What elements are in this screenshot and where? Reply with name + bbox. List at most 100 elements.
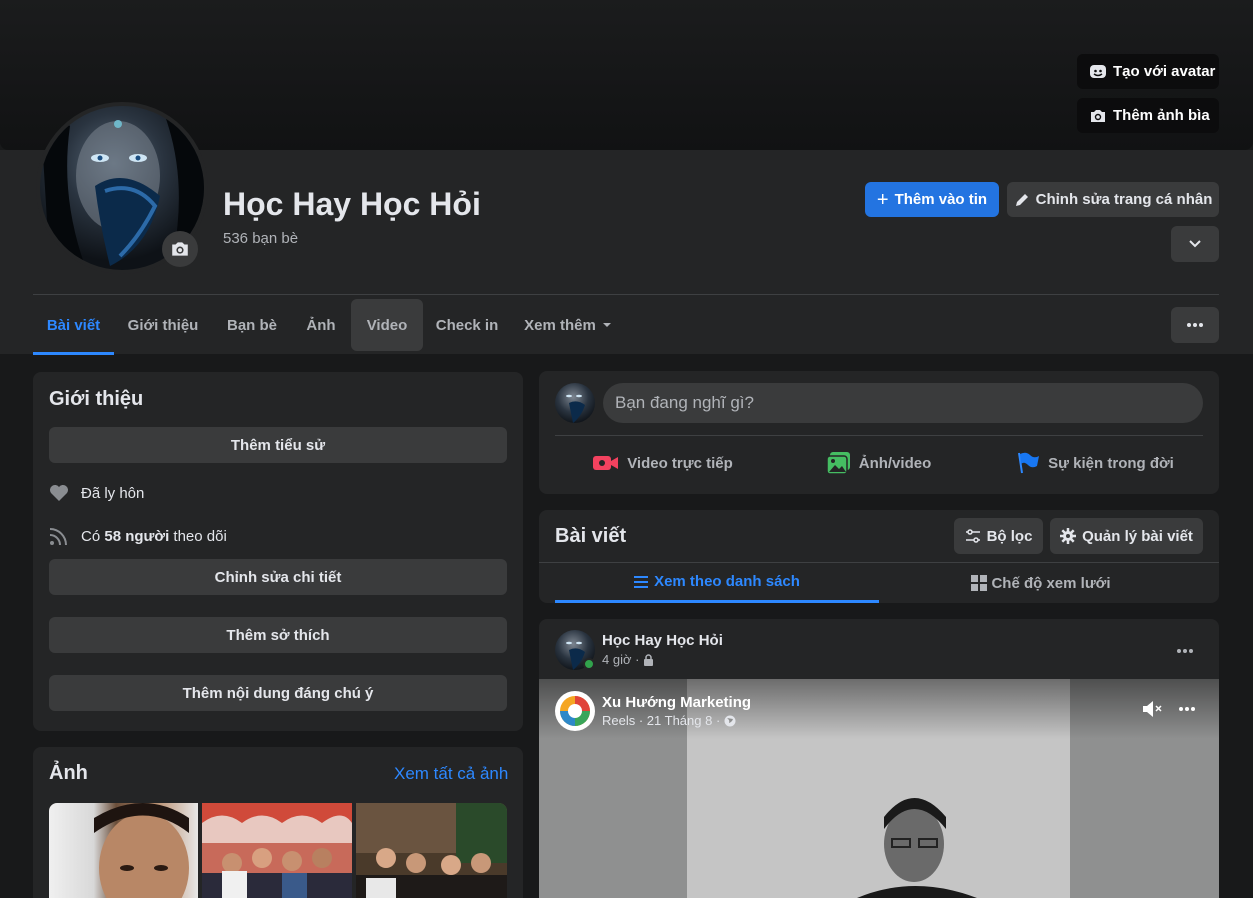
- camera-icon: [1089, 108, 1107, 124]
- reel-options-button[interactable]: [1175, 697, 1199, 721]
- photo-thumbnail[interactable]: [49, 803, 198, 898]
- add-featured-label: Thêm nội dung đáng chú ý: [182, 684, 374, 702]
- grid-view-label: Chế độ xem lưới: [991, 574, 1111, 592]
- followers-count[interactable]: 58 người: [104, 528, 169, 545]
- life-event-button[interactable]: Sự kiện trong đời: [987, 443, 1203, 483]
- live-video-button[interactable]: Video trực tiếp: [555, 443, 771, 483]
- composer-card: Bạn đang nghĩ gì? Video trực tiếp Ảnh/vi…: [539, 371, 1219, 494]
- manage-posts-button[interactable]: Quản lý bài viết: [1050, 518, 1203, 554]
- chevron-down-icon: [1188, 239, 1202, 249]
- online-status-dot: [583, 658, 595, 670]
- heart-icon: [49, 484, 69, 502]
- photo-thumbnail[interactable]: [356, 803, 507, 898]
- composer-avatar[interactable]: [555, 383, 595, 423]
- see-all-photos-link[interactable]: Xem tất cả ảnh: [394, 764, 508, 784]
- tabs-more-button[interactable]: [1171, 307, 1219, 343]
- posts-header-card: Bài viết Bộ lọc Quản lý bài viết Xem the…: [539, 510, 1219, 603]
- tab-video[interactable]: Video: [351, 299, 423, 351]
- plus-icon: +: [876, 188, 889, 211]
- add-cover-label: Thêm ảnh bìa: [1113, 107, 1210, 124]
- photo-icon: [826, 452, 851, 474]
- post-time[interactable]: 4 giờ ·: [602, 652, 639, 667]
- friends-count[interactable]: 536 bạn bè: [223, 230, 298, 247]
- list-icon: [634, 575, 649, 588]
- avatar-icon: [1089, 63, 1107, 81]
- add-bio-button[interactable]: Thêm tiểu sử: [49, 427, 507, 463]
- header-divider: [33, 294, 1219, 295]
- more-horizontal-icon: [1179, 707, 1195, 711]
- relationship-row: Đã ly hôn: [49, 484, 144, 502]
- pencil-icon: [1014, 192, 1030, 208]
- live-video-label: Video trực tiếp: [627, 454, 733, 472]
- tab-friends[interactable]: Bạn bè: [216, 299, 288, 351]
- more-horizontal-icon: [1177, 649, 1193, 653]
- shared-author-avatar[interactable]: [555, 691, 595, 731]
- edit-profile-button[interactable]: Chỉnh sửa trang cá nhân: [1007, 182, 1219, 217]
- tab-checkin[interactable]: Check in: [428, 299, 506, 351]
- filter-button[interactable]: Bộ lọc: [954, 518, 1043, 554]
- photo-video-label: Ảnh/video: [858, 454, 932, 472]
- grid-icon: [971, 575, 988, 591]
- mute-button[interactable]: [1141, 697, 1165, 721]
- followers-row: Có 58 người theo dõi: [49, 526, 227, 546]
- intro-title: Giới thiệu: [49, 388, 144, 410]
- photos-title: Ảnh: [49, 762, 88, 784]
- composer-placeholder: Bạn đang nghĩ gì?: [615, 393, 754, 412]
- tab-posts[interactable]: Bài viết: [33, 299, 114, 355]
- tab-label: Video: [366, 316, 408, 334]
- filter-label: Bộ lọc: [986, 527, 1033, 545]
- add-featured-button[interactable]: Thêm nội dung đáng chú ý: [49, 675, 507, 711]
- edit-profile-label: Chỉnh sửa trang cá nhân: [1035, 191, 1213, 208]
- edit-details-label: Chỉnh sửa chi tiết: [214, 568, 342, 586]
- profile-camera-button[interactable]: [162, 231, 198, 267]
- shared-meta: Reels · 21 Tháng 8 ·: [602, 713, 736, 728]
- add-to-story-label: Thêm vào tin: [894, 191, 988, 208]
- add-bio-label: Thêm tiểu sử: [230, 436, 326, 454]
- tab-label: Ảnh: [306, 316, 336, 334]
- lock-icon: [643, 653, 654, 666]
- camera-icon: [170, 240, 190, 258]
- post-author-name[interactable]: Học Hay Học Hỏi: [602, 632, 723, 649]
- muted-speaker-icon: [1142, 700, 1164, 718]
- globe-icon: [724, 715, 736, 727]
- filter-icon: [965, 529, 981, 543]
- tab-photos[interactable]: Ảnh: [296, 299, 346, 351]
- more-horizontal-icon: [1187, 323, 1203, 327]
- relationship-status: Đã ly hôn: [81, 484, 145, 502]
- photo-thumbnail[interactable]: [202, 803, 352, 898]
- followers-text: Có 58 người theo dõi: [81, 528, 227, 545]
- add-hobbies-label: Thêm sở thích: [226, 626, 330, 644]
- manage-posts-label: Quản lý bài viết: [1082, 527, 1193, 545]
- post-card: Học Hay Học Hỏi 4 giờ · Xu Hướng Marketi…: [539, 619, 1219, 898]
- gear-icon: [1060, 528, 1077, 544]
- post-options-button[interactable]: [1167, 633, 1203, 669]
- flag-icon: [1016, 451, 1040, 475]
- photos-card: Ảnh Xem tất cả ảnh: [33, 747, 523, 898]
- reel-video[interactable]: Xu Hướng Marketing Reels · 21 Tháng 8 ·: [539, 679, 1219, 898]
- profile-more-dropdown-button[interactable]: [1171, 226, 1219, 262]
- profile-name: Học Hay Học Hỏi: [223, 186, 481, 222]
- live-video-icon: [593, 454, 619, 472]
- intro-card: Giới thiệu Thêm tiểu sử Đã ly hôn Có 58 …: [33, 372, 523, 731]
- tab-list-view[interactable]: Xem theo danh sách: [555, 563, 879, 603]
- create-avatar-button[interactable]: Tạo với avatar: [1077, 54, 1219, 89]
- add-hobbies-button[interactable]: Thêm sở thích: [49, 617, 507, 653]
- tab-grid-view[interactable]: Chế độ xem lưới: [879, 563, 1203, 603]
- edit-details-button[interactable]: Chỉnh sửa chi tiết: [49, 559, 507, 595]
- followers-prefix: Có: [81, 527, 101, 545]
- add-cover-photo-button[interactable]: Thêm ảnh bìa: [1077, 98, 1219, 133]
- shared-author-name[interactable]: Xu Hướng Marketing: [602, 694, 751, 711]
- list-view-label: Xem theo danh sách: [654, 573, 800, 590]
- tab-label: Giới thiệu: [127, 316, 199, 334]
- photo-video-button[interactable]: Ảnh/video: [771, 443, 987, 483]
- create-avatar-label: Tạo với avatar: [1113, 63, 1216, 80]
- tab-label: Bài viết: [46, 317, 101, 334]
- cover-photo: [0, 0, 1253, 150]
- posts-title: Bài viết: [555, 525, 627, 547]
- tab-about[interactable]: Giới thiệu: [118, 299, 208, 351]
- add-to-story-button[interactable]: + Thêm vào tin: [865, 182, 999, 217]
- tab-label: Xem thêm: [524, 316, 596, 334]
- composer-input[interactable]: Bạn đang nghĩ gì?: [603, 383, 1203, 423]
- caret-down-icon: [602, 322, 612, 328]
- tab-see-more[interactable]: Xem thêm: [516, 299, 620, 351]
